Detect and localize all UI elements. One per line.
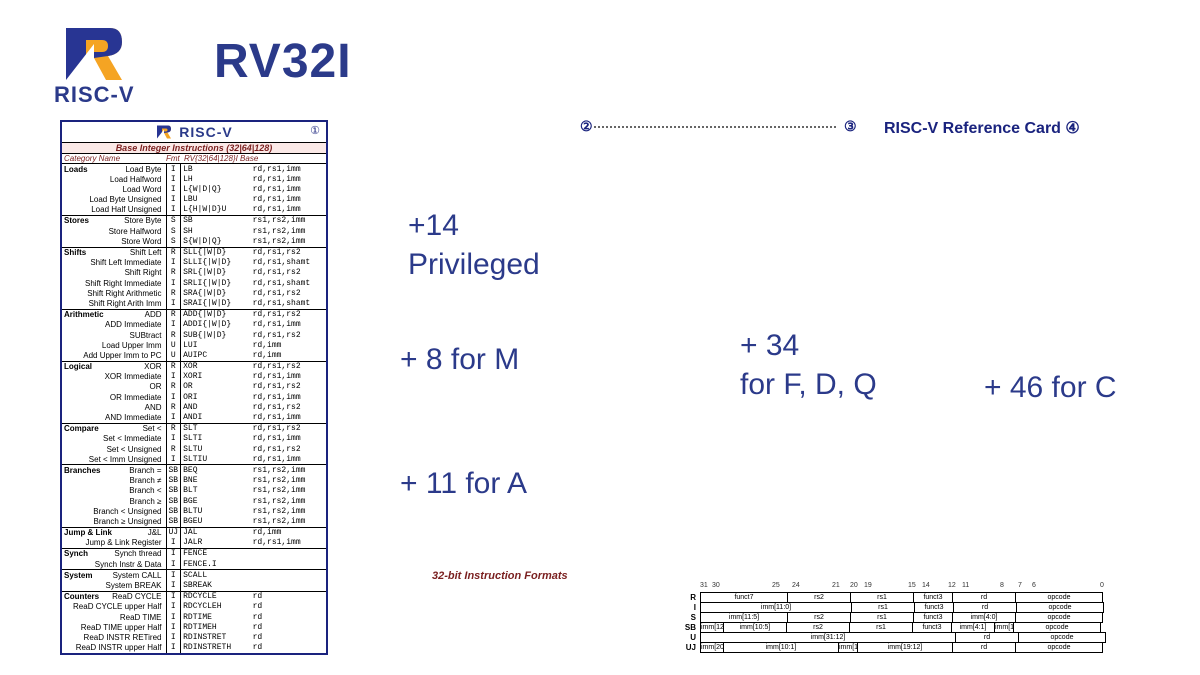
format-field: rd: [952, 642, 1016, 653]
riscv-logo-icon: [58, 24, 130, 84]
table-row: CompareSet <RSLTrd,rs1,rs2: [62, 423, 326, 434]
page-marker-2: ②: [580, 118, 593, 135]
subhead-fmt: Fmt: [166, 154, 184, 163]
subhead-base: RV{32|64|128}I Base: [184, 154, 326, 163]
format-label: R: [680, 593, 700, 603]
riscv-logo-icon: [155, 124, 173, 140]
table-row: ANDRANDrd,rs1,rs2: [62, 402, 326, 412]
format-field: imm[20]: [700, 642, 724, 653]
table-row: ORRORrd,rs1,rs2: [62, 382, 326, 392]
table-row: ReaD TIMEIRDTIMErd: [62, 612, 326, 622]
table-row: Load Upper ImmULUIrd,imm: [62, 340, 326, 350]
format-label: UJ: [680, 643, 700, 653]
table-row: Set < UnsignedRSLTUrd,rs1,rs2: [62, 444, 326, 454]
table-row: LogicalXORRXORrd,rs1,rs2: [62, 361, 326, 372]
table-row: Branch ≠SBBNErs1,rs2,imm: [62, 476, 326, 486]
page-marker-3: ③: [844, 118, 857, 135]
card-subheader: Category Name Fmt RV{32|64|128}I Base: [62, 153, 326, 163]
table-row: System BREAKISBREAK: [62, 581, 326, 592]
format-field: imm[10:1]: [723, 642, 839, 653]
table-row: LoadsLoad ByteILBrd,rs1,imm: [62, 164, 326, 175]
bit-positions: 31302524212019151412118760: [700, 582, 1140, 592]
separator-dots: [594, 126, 836, 128]
card-brand: RISC-V: [179, 124, 232, 140]
annotation-m: + 8 for M: [400, 340, 519, 379]
table-row: OR ImmediateIORIrd,rs1,imm: [62, 392, 326, 402]
table-row: Shift Right Arith ImmISRAI{|W|D}rd,rs1,s…: [62, 298, 326, 309]
table-row: XOR ImmediateIXORIrd,rs1,imm: [62, 372, 326, 382]
table-row: ReaD CYCLE upper HalfIRDCYCLEHrd: [62, 602, 326, 612]
table-row: ArithmeticADDRADD{|W|D}rd,rs1,rs2: [62, 309, 326, 320]
annotation-fdq: + 34 for F, D, Q: [740, 326, 877, 404]
table-row: ShiftsShift LeftRSLL{|W|D}rd,rs1,rs2: [62, 247, 326, 258]
table-row: SUBtractRSUB{|W|D}rd,rs1,rs2: [62, 330, 326, 340]
table-row: SystemSystem CALLISCALL: [62, 570, 326, 581]
format-field: imm[11]: [838, 642, 858, 653]
instruction-table: LoadsLoad ByteILBrd,rs1,immLoad Halfword…: [62, 163, 326, 653]
instruction-formats-title: 32-bit Instruction Formats: [432, 570, 568, 582]
reference-card-column-1: RISC-V ① Base Integer Instructions (32|6…: [60, 120, 328, 655]
table-row: Shift Left ImmediateISLLI{|W|D}rd,rs1,sh…: [62, 258, 326, 268]
table-row: Load Half UnsignedIL{H|W|D}Urd,rs1,imm: [62, 205, 326, 216]
card-header: RISC-V ①: [62, 122, 326, 142]
table-row: Branch < UnsignedSBBLTUrs1,rs2,imm: [62, 506, 326, 516]
table-row: Add Upper Imm to PCUAUIPCrd,imm: [62, 350, 326, 361]
table-row: BranchesBranch =SBBEQrs1,rs2,imm: [62, 465, 326, 476]
table-row: Store WordSS{W|D|Q}rs1,rs2,imm: [62, 236, 326, 247]
annotation-privileged: +14 Privileged: [408, 206, 540, 284]
riscv-logo-text: RISC-V: [54, 82, 135, 108]
format-label: S: [680, 613, 700, 623]
table-row: ReaD TIME upper HalfIRDTIMEHrd: [62, 622, 326, 632]
page-marker-4: ④: [1065, 120, 1079, 137]
page-marker-1: ①: [310, 124, 320, 137]
subhead-category: Category Name: [62, 154, 166, 163]
table-row: ReaD INSTR RETiredIRDINSTRETrd: [62, 632, 326, 642]
table-row: Store HalfwordSSHrs1,rs2,imm: [62, 226, 326, 236]
table-row: Jump & LinkJ&LUJJALrd,imm: [62, 527, 326, 538]
table-row: ReaD INSTR upper HalfIRDINSTRETHrd: [62, 643, 326, 653]
format-field: imm[19:12]: [857, 642, 953, 653]
table-row: Load HalfwordILHrd,rs1,imm: [62, 174, 326, 184]
format-field: opcode: [1015, 642, 1103, 653]
table-row: Shift Right ArithmeticRSRA{|W|D}rd,rs1,r…: [62, 288, 326, 298]
table-row: Branch <SBBLTrs1,rs2,imm: [62, 486, 326, 496]
table-row: SynchSynch threadIFENCE: [62, 548, 326, 559]
table-row: Synch Instr & DataIFENCE.I: [62, 559, 326, 570]
table-row: AND ImmediateIANDIrd,rs1,imm: [62, 413, 326, 424]
table-row: StoresStore ByteSSBrs1,rs2,imm: [62, 215, 326, 226]
table-row: Load WordIL{W|D|Q}rd,rs1,imm: [62, 184, 326, 194]
table-row: ADD ImmediateIADDI{|W|D}rd,rs1,imm: [62, 320, 326, 330]
card-title: Base Integer Instructions (32|64|128): [62, 142, 326, 153]
table-row: Branch ≥SBBGErs1,rs2,imm: [62, 496, 326, 506]
page-title: RV32I: [214, 34, 352, 89]
format-label: SB: [680, 623, 700, 633]
reference-card-label: RISC-V Reference Card ④: [884, 118, 1080, 138]
table-row: Load Byte UnsignedILBUrd,rs1,imm: [62, 195, 326, 205]
table-row: Branch ≥ UnsignedSBBGEUrs1,rs2,imm: [62, 516, 326, 527]
annotation-c: + 46 for C: [984, 368, 1117, 407]
table-row: Shift Right ImmediateISRLI{|W|D}rd,rs1,s…: [62, 278, 326, 288]
format-label: I: [680, 603, 700, 613]
table-row: Shift RightRSRL{|W|D}rd,rs1,rs2: [62, 268, 326, 278]
riscv-logo: RISC-V: [54, 24, 135, 108]
table-row: Set < Imm UnsignedISLTIUrd,rs1,imm: [62, 454, 326, 465]
table-row: CountersReaD CYCLEIRDCYCLErd: [62, 591, 326, 602]
format-row-uj: UJimm[20]imm[10:1]imm[11]imm[19:12]rdopc…: [680, 643, 1140, 653]
table-row: Set < ImmediateISLTIrd,rs1,imm: [62, 434, 326, 444]
annotation-a: + 11 for A: [400, 464, 527, 503]
format-label: U: [680, 633, 700, 643]
table-row: Jump & Link RegisterIJALRrd,rs1,imm: [62, 538, 326, 549]
instruction-formats-figure: 31302524212019151412118760 Rfunct7rs2rs1…: [680, 582, 1140, 653]
